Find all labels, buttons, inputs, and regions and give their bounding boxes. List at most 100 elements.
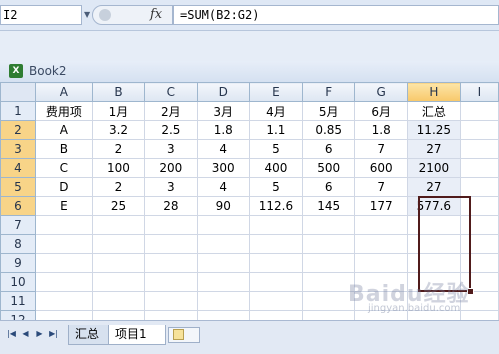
cell-a11[interactable] <box>34 291 93 311</box>
cell-a7[interactable] <box>34 215 93 235</box>
cell-e12[interactable] <box>248 310 303 320</box>
row-header-10[interactable]: 10 <box>0 272 36 292</box>
formula-input[interactable]: =SUM(B2:G2) <box>173 5 499 25</box>
cell-c10[interactable] <box>144 272 198 292</box>
cell-b4[interactable]: 100 <box>91 158 146 178</box>
cell-g4[interactable]: 600 <box>354 158 408 178</box>
column-header-c[interactable]: C <box>144 82 198 102</box>
cell-e8[interactable] <box>248 234 303 254</box>
cell-a5[interactable]: D <box>34 177 93 197</box>
formula-cancel-icon[interactable] <box>99 9 111 21</box>
insert-function-icon[interactable]: fx <box>150 6 162 24</box>
cell-h8[interactable] <box>406 234 461 254</box>
cell-d10[interactable] <box>196 272 250 292</box>
cell-f4[interactable]: 500 <box>301 158 356 178</box>
cell-a4[interactable]: C <box>34 158 93 178</box>
cell-b1[interactable]: 1月 <box>91 101 146 121</box>
column-header-e[interactable]: E <box>248 82 303 102</box>
row-header-1[interactable]: 1 <box>0 101 36 121</box>
cell-d11[interactable] <box>196 291 250 311</box>
cell-a10[interactable] <box>34 272 93 292</box>
cell-d3[interactable]: 4 <box>196 139 250 159</box>
prev-sheet-icon[interactable]: ◀ <box>20 328 31 340</box>
row-header-6[interactable]: 6 <box>0 196 36 216</box>
cell-i6[interactable] <box>459 196 499 216</box>
cell-i8[interactable] <box>459 234 499 254</box>
cell-e7[interactable] <box>248 215 303 235</box>
cell-d4[interactable]: 300 <box>196 158 250 178</box>
cell-h7[interactable] <box>406 215 461 235</box>
cell-f8[interactable] <box>301 234 356 254</box>
cell-f5[interactable]: 6 <box>301 177 356 197</box>
row-header-5[interactable]: 5 <box>0 177 36 197</box>
column-header-g[interactable]: G <box>354 82 408 102</box>
cell-b6[interactable]: 25 <box>91 196 146 216</box>
row-header-8[interactable]: 8 <box>0 234 36 254</box>
cell-f2[interactable]: 0.85 <box>301 120 356 140</box>
cell-g5[interactable]: 7 <box>354 177 408 197</box>
cell-e3[interactable]: 5 <box>248 139 303 159</box>
cell-g3[interactable]: 7 <box>354 139 408 159</box>
cell-g1[interactable]: 6月 <box>354 101 408 121</box>
cell-f7[interactable] <box>301 215 356 235</box>
cell-a8[interactable] <box>34 234 93 254</box>
cell-i3[interactable] <box>459 139 499 159</box>
row-header-7[interactable]: 7 <box>0 215 36 235</box>
cell-c3[interactable]: 3 <box>144 139 198 159</box>
cell-b10[interactable] <box>91 272 146 292</box>
cell-h2[interactable]: 11.25 <box>406 120 461 140</box>
cell-b3[interactable]: 2 <box>91 139 146 159</box>
cell-b12[interactable] <box>91 310 146 320</box>
cell-d7[interactable] <box>196 215 250 235</box>
name-box-dropdown-icon[interactable]: ▼ <box>84 8 92 22</box>
cell-i1[interactable] <box>459 101 499 121</box>
cell-e5[interactable]: 5 <box>248 177 303 197</box>
cell-c1[interactable]: 2月 <box>144 101 198 121</box>
cell-c5[interactable]: 3 <box>144 177 198 197</box>
cell-a12[interactable] <box>34 310 93 320</box>
cell-h4[interactable]: 2100 <box>406 158 461 178</box>
cell-a9[interactable] <box>34 253 93 273</box>
cell-c2[interactable]: 2.5 <box>144 120 198 140</box>
cell-b9[interactable] <box>91 253 146 273</box>
column-header-h[interactable]: H <box>406 82 461 102</box>
cell-h5[interactable]: 27 <box>406 177 461 197</box>
cell-b7[interactable] <box>91 215 146 235</box>
cell-e10[interactable] <box>248 272 303 292</box>
cell-f12[interactable] <box>301 310 356 320</box>
cell-f3[interactable]: 6 <box>301 139 356 159</box>
cell-d9[interactable] <box>196 253 250 273</box>
cell-b8[interactable] <box>91 234 146 254</box>
cell-h9[interactable] <box>406 253 461 273</box>
select-all-corner[interactable] <box>0 82 36 102</box>
row-header-12[interactable]: 12 <box>0 310 36 320</box>
cell-h6[interactable]: 577.6 <box>406 196 461 216</box>
cell-i2[interactable] <box>459 120 499 140</box>
last-sheet-icon[interactable]: ▶| <box>48 328 59 340</box>
cell-i12[interactable] <box>459 310 499 320</box>
cell-c12[interactable] <box>144 310 198 320</box>
cell-c8[interactable] <box>144 234 198 254</box>
cell-i7[interactable] <box>459 215 499 235</box>
cell-b2[interactable]: 3.2 <box>91 120 146 140</box>
cell-c4[interactable]: 200 <box>144 158 198 178</box>
first-sheet-icon[interactable]: |◀ <box>6 328 17 340</box>
cell-a3[interactable]: B <box>34 139 93 159</box>
cell-i9[interactable] <box>459 253 499 273</box>
cell-d1[interactable]: 3月 <box>196 101 250 121</box>
cell-e9[interactable] <box>248 253 303 273</box>
row-header-11[interactable]: 11 <box>0 291 36 311</box>
cell-a6[interactable]: E <box>34 196 93 216</box>
row-header-4[interactable]: 4 <box>0 158 36 178</box>
next-sheet-icon[interactable]: ▶ <box>34 328 45 340</box>
cell-c6[interactable]: 28 <box>144 196 198 216</box>
cell-e1[interactable]: 4月 <box>248 101 303 121</box>
cell-d2[interactable]: 1.8 <box>196 120 250 140</box>
row-header-2[interactable]: 2 <box>0 120 36 140</box>
cell-d6[interactable]: 90 <box>196 196 250 216</box>
cell-c9[interactable] <box>144 253 198 273</box>
cell-e2[interactable]: 1.1 <box>248 120 303 140</box>
tab-project1[interactable]: 项目1 <box>108 325 166 345</box>
name-box[interactable]: I2 <box>0 5 82 25</box>
cell-b5[interactable]: 2 <box>91 177 146 197</box>
